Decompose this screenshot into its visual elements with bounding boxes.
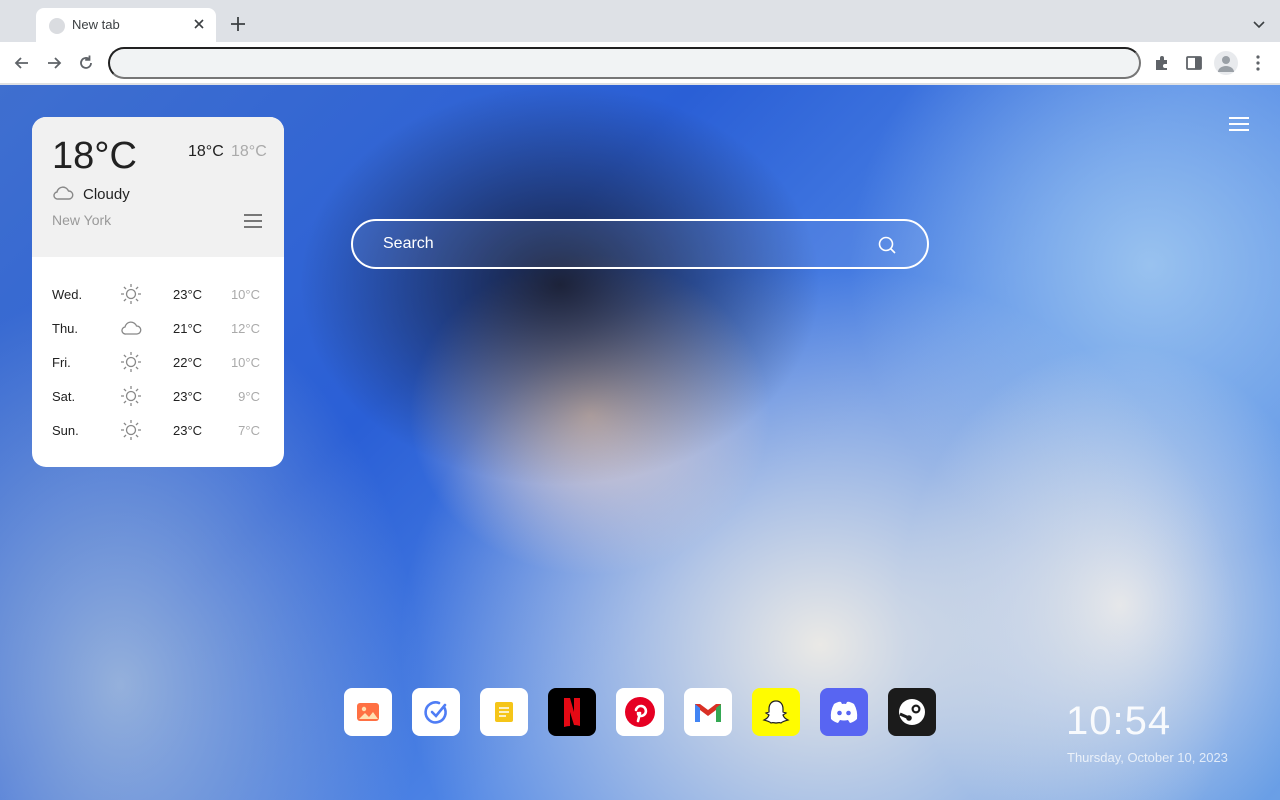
photos-icon: [357, 703, 379, 721]
forecast-low: 9°C: [238, 389, 260, 404]
forecast-day: Sun.: [52, 423, 79, 438]
extensions-puzzle-icon[interactable]: [1152, 53, 1172, 73]
forecast-high: 21°C: [173, 321, 203, 336]
forecast-list: Wed. 23°C 10°C Thu. 21°C 12°C Fri. 22°C …: [32, 277, 284, 447]
forecast-high: 23°C: [173, 423, 203, 438]
new-tab-page: 18°C 18°C 18°C Cloudy New York Wed. 23°C…: [0, 85, 1280, 800]
person-icon: [1218, 56, 1234, 72]
check-circle-icon: [424, 701, 447, 724]
close-icon[interactable]: [192, 17, 206, 31]
forecast-row: Sat. 23°C 9°C: [32, 379, 284, 413]
snapchat-icon: [762, 700, 790, 724]
pinterest-icon: [625, 697, 655, 727]
steam-icon: [899, 699, 925, 725]
dock-app-netflix[interactable]: [548, 688, 596, 736]
forecast-row: Fri. 22°C 10°C: [32, 345, 284, 379]
search-icon[interactable]: [877, 235, 897, 255]
netflix-icon: [564, 698, 580, 727]
side-panel-icon[interactable]: [1184, 53, 1204, 73]
forecast-low: 12°C: [230, 321, 260, 336]
weather-current: 18°C 18°C 18°C Cloudy New York: [32, 117, 284, 257]
tab-strip: New tab: [0, 0, 1280, 42]
high-temperature: 18°C: [188, 143, 224, 160]
clock-date: Thursday, October 10, 2023: [1067, 750, 1228, 765]
gmail-icon: [695, 704, 721, 722]
forecast-row: Sun. 23°C 7°C: [32, 413, 284, 447]
address-bar[interactable]: [108, 47, 1141, 79]
forecast-day: Wed.: [52, 287, 83, 302]
dock-app-discord[interactable]: [820, 688, 868, 736]
forecast-row: Thu. 21°C 12°C: [32, 311, 284, 345]
back-arrow-icon[interactable]: [12, 53, 32, 73]
new-tab-plus-icon[interactable]: [229, 15, 247, 33]
tab-new-tab[interactable]: New tab: [36, 8, 216, 42]
weather-widget: 18°C 18°C 18°C Cloudy New York Wed. 23°C…: [32, 117, 284, 467]
weather-menu-icon[interactable]: [244, 214, 262, 228]
dock-app-steam[interactable]: [888, 688, 936, 736]
cloud-icon: [53, 186, 74, 200]
weather-city: New York: [52, 212, 112, 228]
clock-time: 10:54: [1066, 699, 1172, 743]
reload-icon[interactable]: [76, 53, 96, 73]
sun-icon: [121, 352, 141, 372]
tab-favicon-icon: [49, 18, 65, 34]
dock-app-photos[interactable]: [344, 688, 392, 736]
forecast-high: 22°C: [173, 355, 203, 370]
notes-icon: [495, 702, 513, 722]
sun-icon: [121, 284, 141, 304]
dock-app-task[interactable]: [412, 688, 460, 736]
forecast-low: 7°C: [238, 423, 260, 438]
weather-condition: Cloudy: [83, 186, 130, 203]
kebab-menu-icon[interactable]: [1248, 53, 1268, 73]
forecast-day: Thu.: [52, 321, 79, 336]
chevron-down-icon[interactable]: [1252, 17, 1266, 31]
forward-arrow-icon[interactable]: [44, 53, 64, 73]
dock-app-snapchat[interactable]: [752, 688, 800, 736]
browser-toolbar: [0, 42, 1280, 84]
forecast-day: Sat.: [52, 389, 76, 404]
forecast-day: Fri.: [52, 355, 71, 370]
sun-icon: [121, 420, 141, 440]
search-box[interactable]: [351, 219, 929, 269]
current-temperature: 18°C: [52, 135, 137, 177]
tab-title: New tab: [72, 17, 120, 32]
forecast-low: 10°C: [230, 287, 260, 302]
low-temperature: 18°C: [231, 143, 267, 160]
dock-app-gmail[interactable]: [684, 688, 732, 736]
cloud-icon: [121, 321, 142, 335]
dock-app-notes[interactable]: [480, 688, 528, 736]
forecast-row: Wed. 23°C 10°C: [32, 277, 284, 311]
search-input[interactable]: [383, 221, 863, 267]
forecast-low: 10°C: [230, 355, 260, 370]
hamburger-menu-icon[interactable]: [1229, 117, 1249, 133]
discord-icon: [830, 701, 858, 723]
dock-app-pinterest[interactable]: [616, 688, 664, 736]
profile-avatar[interactable]: [1214, 51, 1238, 75]
forecast-high: 23°C: [173, 287, 203, 302]
sun-icon: [121, 386, 141, 406]
forecast-high: 23°C: [173, 389, 203, 404]
